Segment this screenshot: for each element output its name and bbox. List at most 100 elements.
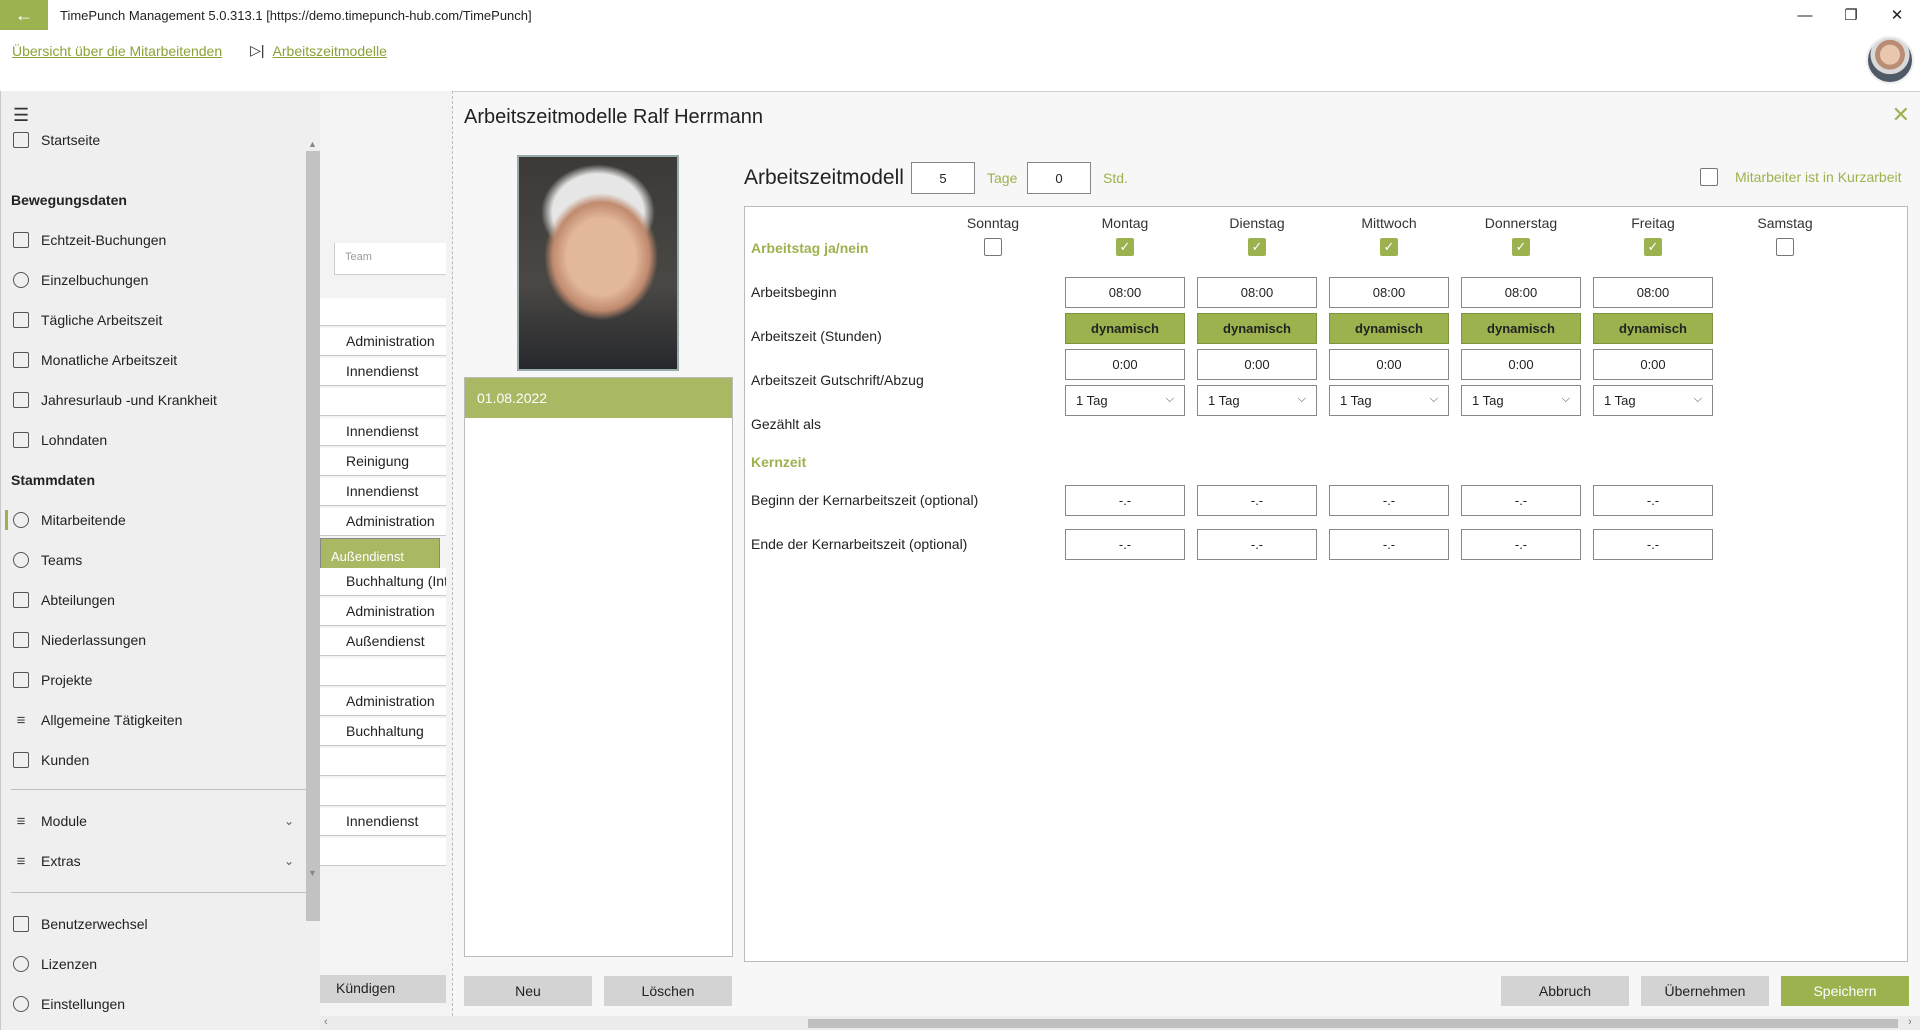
core-begin-input[interactable]: -.- <box>1329 485 1449 516</box>
credit-input[interactable]: 0:00 <box>1197 349 1317 380</box>
horizontal-scrollbar[interactable]: ‹ › <box>320 1016 1920 1030</box>
counted-as-select[interactable]: 1 Tag ⌵ <box>1065 385 1185 416</box>
workday-checkbox[interactable]: ✓ <box>1116 238 1134 256</box>
hours-mode-button[interactable]: dynamisch <box>1197 313 1317 344</box>
new-button[interactable]: Neu <box>464 976 592 1006</box>
save-button[interactable]: Speichern <box>1781 976 1909 1006</box>
credit-input[interactable]: 0:00 <box>1461 349 1581 380</box>
core-end-input[interactable]: -.- <box>1329 529 1449 560</box>
scroll-left-icon[interactable]: ‹ <box>324 1016 328 1028</box>
workday-checkbox[interactable]: ✓ <box>1644 238 1662 256</box>
counted-as-select[interactable]: 1 Tag ⌵ <box>1329 385 1449 416</box>
sidebar-item-mitarbeitende[interactable]: Mitarbeitende <box>1 500 306 540</box>
team-row[interactable]: Buchhaltung (Int <box>320 568 446 596</box>
team-row[interactable] <box>320 778 446 806</box>
sidebar-item-jahresurlaub[interactable]: Jahresurlaub -und Krankheit <box>1 380 306 420</box>
cancel-button[interactable]: Abbruch <box>1501 976 1629 1006</box>
team-row[interactable]: Reinigung <box>320 448 446 476</box>
start-time-input[interactable]: 08:00 <box>1197 277 1317 308</box>
hours-mode-button[interactable]: dynamisch <box>1461 313 1581 344</box>
start-time-input[interactable]: 08:00 <box>1593 277 1713 308</box>
sidebar-item-niederlassungen[interactable]: Niederlassungen <box>1 620 306 660</box>
core-end-input[interactable]: -.- <box>1461 529 1581 560</box>
sidebar-item-einzelbuchungen[interactable]: Einzelbuchungen <box>1 260 306 300</box>
short-time-checkbox[interactable] <box>1700 168 1718 186</box>
core-end-input[interactable]: -.- <box>1593 529 1713 560</box>
team-row[interactable] <box>320 388 446 416</box>
sidebar-item-einstellungen[interactable]: Einstellungen <box>1 984 306 1024</box>
credit-input[interactable]: 0:00 <box>1329 349 1449 380</box>
team-row[interactable] <box>320 298 446 326</box>
start-time-input[interactable]: 08:00 <box>1461 277 1581 308</box>
back-button[interactable]: ← <box>0 0 48 30</box>
close-window-button[interactable]: ✕ <box>1874 0 1920 30</box>
team-row[interactable]: Innendienst <box>320 808 446 836</box>
sidebar-item-lohndaten[interactable]: Lohndaten <box>1 420 306 460</box>
sidebar-item-kunden[interactable]: Kunden <box>1 740 306 780</box>
workday-checkbox[interactable]: ✓ <box>1380 238 1398 256</box>
sidebar-item-projekte[interactable]: Projekte <box>1 660 306 700</box>
team-row[interactable]: Innendienst <box>320 358 446 386</box>
team-row[interactable]: Administration <box>320 328 446 356</box>
core-begin-input[interactable]: -.- <box>1197 485 1317 516</box>
sidebar-scrollbar[interactable] <box>306 151 321 921</box>
breadcrumb-current-link[interactable]: Arbeitszeitmodelle <box>273 43 387 59</box>
breadcrumb-overview-link[interactable]: Übersicht über die Mitarbeitenden <box>12 43 222 59</box>
start-time-input[interactable]: 08:00 <box>1065 277 1185 308</box>
user-avatar[interactable] <box>1866 36 1914 84</box>
counted-as-select[interactable]: 1 Tag ⌵ <box>1197 385 1317 416</box>
sidebar-item-extras[interactable]: ≡ Extras ⌄ <box>1 841 306 881</box>
sidebar-item-benutzerwechsel[interactable]: Benutzerwechsel <box>1 904 306 944</box>
team-row[interactable]: Innendienst <box>320 478 446 506</box>
workday-checkbox[interactable]: ✓ <box>1512 238 1530 256</box>
scrollbar-thumb[interactable] <box>808 1019 1898 1028</box>
team-row[interactable] <box>320 838 446 866</box>
apply-button[interactable]: Übernehmen <box>1641 976 1769 1006</box>
sidebar-item-lizenzen[interactable]: Lizenzen <box>1 944 306 984</box>
team-row[interactable]: Außendienst <box>320 538 440 569</box>
core-end-input[interactable]: -.- <box>1197 529 1317 560</box>
sidebar-item-allgemeine-taetigkeiten[interactable]: ≡ Allgemeine Tätigkeiten <box>1 700 306 740</box>
counted-as-select[interactable]: 1 Tag ⌵ <box>1461 385 1581 416</box>
sidebar-item-teams[interactable]: Teams <box>1 540 306 580</box>
start-time-input[interactable]: 08:00 <box>1329 277 1449 308</box>
sidebar-item-module[interactable]: ≡ Module ⌄ <box>1 801 306 841</box>
team-row[interactable]: Buchhaltung <box>320 718 446 746</box>
sidebar-item-taegliche-arbeitszeit[interactable]: Tägliche Arbeitszeit <box>1 300 306 340</box>
terminate-button[interactable]: Kündigen <box>320 975 446 1003</box>
hours-mode-button[interactable]: dynamisch <box>1593 313 1713 344</box>
core-begin-input[interactable]: -.- <box>1461 485 1581 516</box>
core-begin-input[interactable]: -.- <box>1593 485 1713 516</box>
list-item[interactable]: 01.08.2022 <box>465 378 732 418</box>
days-input[interactable]: 5 <box>911 162 975 194</box>
core-end-input[interactable]: -.- <box>1065 529 1185 560</box>
team-filter-input[interactable]: Team <box>334 243 446 275</box>
team-row[interactable]: Administration <box>320 598 446 626</box>
sidebar-item-echtzeit-buchungen[interactable]: Echtzeit-Buchungen <box>1 220 306 260</box>
counted-as-select[interactable]: 1 Tag ⌵ <box>1593 385 1713 416</box>
team-row[interactable]: Innendienst <box>320 418 446 446</box>
workday-checkbox[interactable] <box>984 238 1002 256</box>
scroll-right-icon[interactable]: › <box>1908 1016 1912 1028</box>
team-row[interactable]: Administration <box>320 688 446 716</box>
team-row[interactable]: Außendienst <box>320 628 446 656</box>
scroll-up-icon[interactable]: ▲ <box>308 139 317 149</box>
delete-button[interactable]: Löschen <box>604 976 732 1006</box>
hours-input[interactable]: 0 <box>1027 162 1091 194</box>
credit-input[interactable]: 0:00 <box>1593 349 1713 380</box>
sidebar-item-abteilungen[interactable]: Abteilungen <box>1 580 306 620</box>
team-row[interactable]: Administration <box>320 508 446 536</box>
sidebar-item-startseite[interactable]: Startseite <box>1 120 306 160</box>
hours-mode-button[interactable]: dynamisch <box>1329 313 1449 344</box>
minimize-button[interactable]: — <box>1782 0 1828 30</box>
team-row[interactable] <box>320 748 446 776</box>
workday-checkbox[interactable]: ✓ <box>1248 238 1266 256</box>
team-row[interactable] <box>320 658 446 686</box>
workday-checkbox[interactable] <box>1776 238 1794 256</box>
scroll-down-icon[interactable]: ▼ <box>308 868 317 878</box>
credit-input[interactable]: 0:00 <box>1065 349 1185 380</box>
hours-mode-button[interactable]: dynamisch <box>1065 313 1185 344</box>
sidebar-item-monatliche-arbeitszeit[interactable]: Monatliche Arbeitszeit <box>1 340 306 380</box>
restore-button[interactable]: ❐ <box>1828 0 1874 30</box>
core-begin-input[interactable]: -.- <box>1065 485 1185 516</box>
